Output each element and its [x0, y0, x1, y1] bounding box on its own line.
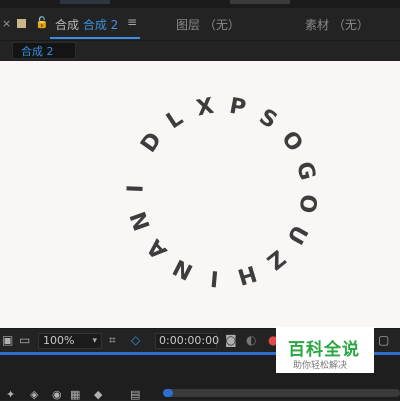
circle-text-letter: P [227, 94, 247, 122]
close-icon[interactable]: × [2, 17, 11, 30]
circle-text-letter: A [142, 234, 172, 263]
circle-text-letter: X [194, 94, 216, 122]
top-tab-remnant [230, 0, 290, 4]
always-preview-icon[interactable]: ▣ [2, 333, 13, 347]
watermark-logo: 百科全说 助你轻松解决 [276, 327, 374, 373]
tab-layer[interactable]: 图层 （无） [176, 16, 240, 33]
shy-icon[interactable]: ✦ [6, 388, 15, 401]
timeline-scroll-thumb[interactable] [163, 389, 173, 397]
watermark-title: 百科全说 [288, 340, 360, 360]
keyframe-icon[interactable]: ◆ [94, 388, 102, 401]
circle-text-letter: L [162, 106, 187, 135]
label-color-swatch[interactable] [17, 19, 26, 28]
active-tab-underline [50, 37, 140, 39]
tab-composition-prefix: 合成 [55, 18, 80, 32]
breadcrumb: 合成 2 [0, 41, 400, 61]
panel-menu-icon[interactable]: ≡ [127, 15, 137, 29]
composition-viewer[interactable]: DLXPSOGOUZHINANI [0, 61, 400, 328]
chevron-down-icon: ▾ [92, 336, 97, 346]
camera-snapshot-icon[interactable]: ◙ [225, 333, 237, 347]
graph-editor-icon[interactable]: ▦ [70, 388, 80, 401]
circle-text-letter: N [169, 253, 197, 284]
tab-composition[interactable]: 合成 合成 2 [55, 16, 118, 33]
lock-icon[interactable]: 🔓 [35, 16, 49, 29]
circular-text-layer: DL X P SOGOUZHINANI [123, 94, 321, 291]
region-of-interest-icon[interactable]: ▢ [378, 333, 389, 347]
panel-tab-bar: × 🔓 合成 合成 2 ≡ 图层 （无） 素材 （无） [0, 8, 400, 41]
circle-text-letter: O [294, 193, 321, 215]
zoom-dropdown[interactable]: 100% ▾ [38, 333, 102, 349]
top-panel-strip [0, 0, 400, 8]
circle-text-letter: H [234, 260, 259, 289]
tab-composition-name: 合成 2 [82, 18, 119, 32]
top-tab-remnant [60, 0, 110, 4]
mask-visibility-icon[interactable]: ◇ [131, 333, 140, 347]
circle-text-letter: N [126, 208, 156, 234]
monitor-icon[interactable]: ▭ [19, 333, 30, 347]
motion-blur-icon[interactable]: ◈ [30, 388, 38, 401]
circle-text-letter: I [209, 265, 219, 291]
circle-text-letter: U [282, 220, 313, 248]
circle-text-letter: S [255, 104, 282, 134]
circle-text-letter: O [276, 127, 307, 157]
zoom-value: 100% [43, 334, 75, 347]
breadcrumb-item-composition[interactable]: 合成 2 [12, 42, 76, 59]
current-time-display[interactable]: 0:00:00:00 [155, 333, 219, 349]
calendar-icon[interactable]: ▤ [130, 388, 140, 401]
circle-text-letter: D [136, 128, 167, 157]
tab-footage[interactable]: 素材 （无） [305, 16, 369, 33]
watermark-subtitle: 助你轻松解决 [293, 361, 348, 371]
grid-guides-icon[interactable]: ⌗ [109, 333, 116, 348]
show-snapshot-icon[interactable]: ◐ [246, 333, 256, 347]
circle-text-letter: G [291, 159, 320, 183]
circle-text-letter: Z [262, 244, 290, 273]
frame-blend-icon[interactable]: ◉ [52, 388, 62, 401]
timeline-scrollbar[interactable] [163, 389, 400, 397]
circle-text-letter: I [123, 184, 148, 193]
